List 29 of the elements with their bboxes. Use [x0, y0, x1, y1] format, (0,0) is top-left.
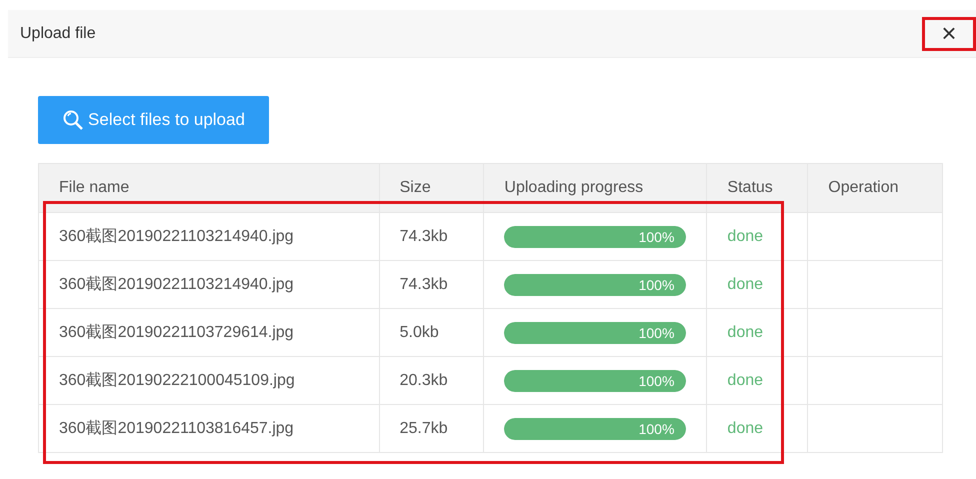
file-name: 360截图20190221103816457.jpg: [59, 420, 294, 437]
status-text: done: [727, 372, 764, 388]
status-text: done: [727, 228, 764, 244]
file-name: 360截图20190222100045109.jpg: [59, 372, 295, 389]
status-text: done: [727, 324, 764, 340]
file-size: 20.3kb: [400, 372, 448, 388]
column-header: Status: [727, 179, 773, 196]
column-header: File name: [59, 179, 130, 196]
status-text: done: [727, 276, 764, 292]
column-header: Uploading progress: [504, 179, 644, 196]
column-header: Size: [400, 179, 431, 196]
file-size: 25.7kb: [400, 420, 448, 436]
search-icon: [62, 109, 84, 131]
file-size: 74.3kb: [400, 228, 448, 244]
highlight-frame: [922, 16, 976, 50]
file-size: 74.3kb: [400, 276, 448, 292]
file-name: 360截图20190221103214940.jpg: [59, 276, 294, 293]
progress-reading: 100%: [638, 372, 676, 388]
dialog-title: Upload file: [20, 24, 96, 42]
progress-reading: 100%: [638, 324, 676, 340]
progress-reading: 100%: [638, 228, 676, 244]
file-size: 5.0kb: [400, 324, 439, 340]
file-name: 360截图20190221103729614.jpg: [59, 324, 294, 341]
progress-reading: 100%: [638, 420, 676, 436]
file-name: 360截图20190221103214940.jpg: [59, 228, 294, 245]
progress-reading: 100%: [638, 276, 676, 292]
close-button[interactable]: ×: [922, 16, 976, 50]
status-text: done: [727, 420, 764, 436]
column-header: Operation: [828, 179, 899, 196]
